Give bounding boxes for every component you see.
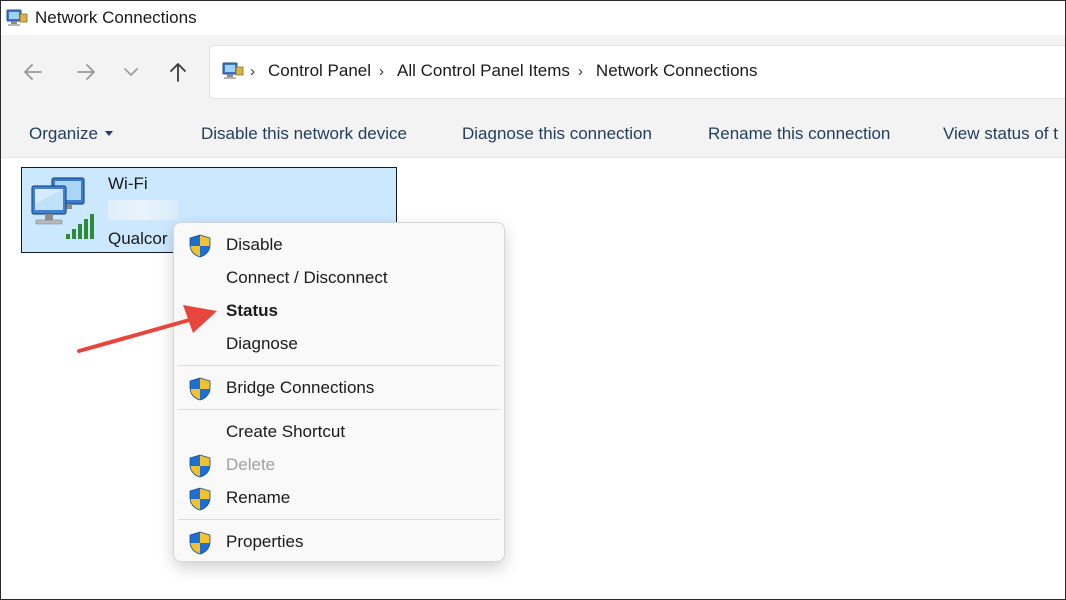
- chevron-down-icon: [124, 68, 138, 76]
- menu-item-delete: Delete: [178, 449, 500, 481]
- menu-item-status[interactable]: Status: [178, 295, 500, 327]
- network-computer-wifi-icon: [31, 177, 94, 239]
- menu-label-diagnose: Diagnose: [226, 334, 298, 353]
- menu-item-connect-disconnect[interactable]: Connect / Disconnect: [178, 262, 500, 294]
- menu-label-create-shortcut: Create Shortcut: [226, 422, 346, 441]
- explorer-window: Network Connections › Control Panel › Al…: [0, 0, 1066, 600]
- uac-shield-icon: [189, 531, 211, 555]
- menu-label-properties: Properties: [226, 532, 304, 551]
- arrow-up-icon: [170, 63, 186, 82]
- menu-separator: [178, 365, 500, 366]
- disable-device-button[interactable]: Disable this network device: [201, 124, 407, 144]
- connection-name: Wi-Fi: [108, 174, 148, 193]
- dropdown-caret-icon: [104, 131, 113, 136]
- title-bar: Network Connections: [1, 1, 1065, 35]
- chevron-right-icon[interactable]: ›: [379, 63, 384, 80]
- arrow-left-icon: [24, 64, 42, 80]
- menu-label-status: Status: [226, 301, 278, 320]
- window-title: Network Connections: [35, 8, 197, 27]
- up-button[interactable]: [163, 57, 193, 87]
- recent-locations-button[interactable]: [116, 57, 146, 87]
- command-bar: Organize Disable this network device Dia…: [1, 109, 1065, 158]
- view-status-button[interactable]: View status of t: [943, 124, 1058, 144]
- rename-connection-button[interactable]: Rename this connection: [708, 124, 890, 144]
- menu-item-disable[interactable]: Disable: [178, 229, 500, 261]
- breadcrumb: › Control Panel › All Control Panel Item…: [250, 61, 758, 81]
- network-connections-icon: [222, 62, 244, 79]
- menu-label-bridge-connections: Bridge Connections: [226, 378, 375, 397]
- network-connections-icon: [6, 9, 28, 26]
- menu-separator: [178, 519, 500, 520]
- arrow-right-icon: [77, 64, 95, 80]
- breadcrumb-network-connections[interactable]: Network Connections: [596, 61, 758, 81]
- diagnose-connection-button[interactable]: Diagnose this connection: [462, 124, 652, 144]
- forward-button[interactable]: [71, 57, 101, 87]
- uac-shield-icon: [189, 454, 211, 478]
- menu-item-properties[interactable]: Properties: [178, 526, 500, 558]
- menu-label-disable: Disable: [226, 235, 283, 254]
- adapter-name: Qualcor: [108, 229, 168, 248]
- menu-label-connect-disconnect: Connect / Disconnect: [226, 268, 388, 287]
- annotation-arrow-icon: [77, 305, 217, 353]
- breadcrumb-control-panel[interactable]: Control Panel: [268, 61, 371, 81]
- uac-shield-icon: [189, 234, 211, 258]
- navigation-bar: › Control Panel › All Control Panel Item…: [1, 35, 1065, 109]
- context-menu: Disable Connect / Disconnect Status Diag…: [173, 222, 505, 562]
- menu-item-bridge-connections[interactable]: Bridge Connections: [178, 372, 500, 404]
- menu-separator: [178, 409, 500, 410]
- back-button[interactable]: [18, 57, 48, 87]
- menu-item-diagnose[interactable]: Diagnose: [178, 328, 500, 360]
- uac-shield-icon: [189, 487, 211, 511]
- organize-button[interactable]: Organize: [29, 124, 113, 144]
- menu-label-rename: Rename: [226, 488, 291, 507]
- address-bar[interactable]: › Control Panel › All Control Panel Item…: [209, 45, 1065, 99]
- uac-shield-icon: [189, 377, 211, 401]
- redacted-network-name: [108, 200, 178, 220]
- organize-label: Organize: [29, 124, 98, 143]
- menu-item-rename[interactable]: Rename: [178, 482, 500, 514]
- chevron-right-icon[interactable]: ›: [250, 63, 255, 80]
- menu-label-delete: Delete: [226, 455, 276, 474]
- breadcrumb-all-items[interactable]: All Control Panel Items: [397, 61, 570, 81]
- chevron-right-icon[interactable]: ›: [578, 63, 583, 80]
- menu-item-create-shortcut[interactable]: Create Shortcut: [178, 416, 500, 448]
